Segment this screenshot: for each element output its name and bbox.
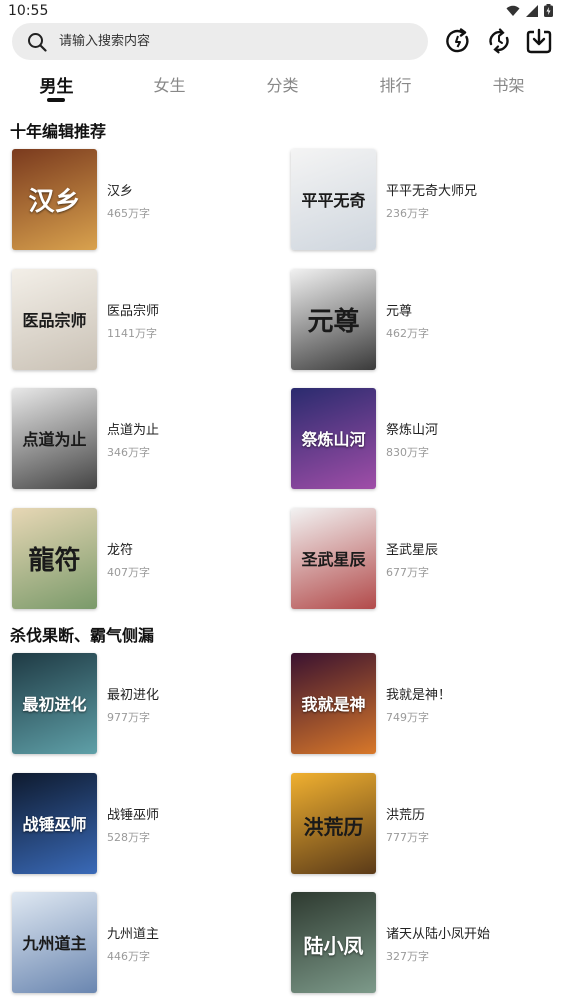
- tab-category[interactable]: 分类: [226, 72, 339, 96]
- book-cover[interactable]: 龍符: [12, 507, 97, 609]
- cover-title: 元尊: [307, 306, 360, 337]
- cover-title: 医品宗师: [22, 310, 87, 330]
- cover-title: 我就是神: [301, 695, 366, 714]
- book-cover[interactable]: 洪荒历: [291, 772, 376, 874]
- status-bar: 10:55: [0, 0, 565, 22]
- book-card[interactable]: 最初进化 最初进化 977万字: [12, 653, 272, 755]
- book-title[interactable]: 平平无奇大师兄: [386, 180, 477, 199]
- book-word-count: 465万字: [107, 207, 150, 220]
- book-cover[interactable]: 最初进化: [12, 653, 97, 754]
- book-card[interactable]: 平平无奇 平平无奇大师兄 236万字: [291, 149, 551, 251]
- battery-icon: [544, 4, 553, 17]
- tab-female[interactable]: 女生: [113, 72, 226, 96]
- cover-title: 圣武星辰: [301, 549, 366, 569]
- book-title[interactable]: 点道为止: [107, 419, 159, 438]
- download-button[interactable]: [524, 26, 554, 56]
- book-card[interactable]: 元尊 元尊 462万字: [291, 268, 551, 371]
- search-icon: [28, 32, 47, 52]
- book-word-count: 528万字: [107, 830, 150, 844]
- book-title[interactable]: 诸天从陆小凤开始: [386, 923, 490, 942]
- book-word-count: 236万字: [386, 207, 429, 220]
- book-card[interactable]: 汉乡 汉乡 465万字: [12, 149, 272, 251]
- search-row: [12, 22, 553, 62]
- cover-title: 龍符: [28, 545, 81, 576]
- book-word-count: 1141万字: [107, 326, 157, 340]
- tab-bookshelf[interactable]: 书架: [452, 72, 565, 96]
- book-cover[interactable]: 汉乡: [12, 149, 97, 250]
- book-title[interactable]: 圣武星辰: [386, 539, 438, 558]
- book-card[interactable]: 陆小凤 诸天从陆小凤开始 327万字: [291, 892, 551, 994]
- book-title[interactable]: 祭炼山河: [386, 419, 438, 438]
- cover-title: 九州道主: [22, 934, 87, 953]
- history-icon: [446, 28, 469, 53]
- section-title: 杀伐果断、霸气侧漏: [10, 626, 155, 645]
- status-time: 10:55: [8, 3, 49, 19]
- search-box[interactable]: [12, 23, 428, 60]
- book-title[interactable]: 龙符: [107, 539, 133, 558]
- book-word-count: 777万字: [386, 830, 429, 844]
- book-word-count: 346万字: [107, 446, 150, 459]
- book-cover[interactable]: 祭炼山河: [291, 388, 376, 489]
- status-icons: [506, 4, 553, 17]
- book-cover[interactable]: 平平无奇: [291, 149, 376, 250]
- book-cover[interactable]: 战锤巫师: [12, 772, 97, 874]
- cover-title: 汉乡: [28, 187, 81, 217]
- tab-male[interactable]: 男生: [0, 72, 113, 97]
- book-word-count: 977万字: [107, 711, 150, 724]
- cover-title: 洪荒历: [303, 814, 364, 839]
- cover-title: 祭炼山河: [301, 430, 366, 449]
- book-title[interactable]: 最初进化: [107, 684, 159, 703]
- book-title[interactable]: 元尊: [386, 300, 412, 319]
- cover-title: 陆小凤: [303, 934, 364, 958]
- signal-icon: [526, 4, 538, 17]
- history-button[interactable]: [443, 26, 473, 56]
- book-card[interactable]: 洪荒历 洪荒历 777万字: [291, 772, 551, 875]
- book-card[interactable]: 点道为止 点道为止 346万字: [12, 388, 272, 490]
- book-word-count: 749万字: [386, 711, 429, 724]
- book-word-count: 677万字: [386, 565, 429, 579]
- book-title[interactable]: 我就是神！: [386, 684, 451, 703]
- book-card[interactable]: 祭炼山河 祭炼山河 830万字: [291, 388, 551, 490]
- book-cover[interactable]: 医品宗师: [12, 268, 97, 370]
- book-cover[interactable]: 圣武星辰: [291, 507, 376, 609]
- book-title[interactable]: 医品宗师: [107, 300, 159, 319]
- book-card[interactable]: 医品宗师 医品宗师 1141万字: [12, 268, 272, 371]
- book-card[interactable]: 龍符 龙符 407万字: [12, 507, 272, 610]
- book-title[interactable]: 汉乡: [107, 180, 133, 199]
- search-input[interactable]: [57, 33, 401, 50]
- book-title[interactable]: 战锤巫师: [107, 804, 159, 823]
- tab-ranking[interactable]: 排行: [339, 72, 452, 96]
- book-cover[interactable]: 点道为止: [12, 388, 97, 489]
- cover-title: 最初进化: [22, 695, 87, 714]
- category-tabs: 男生 女生 分类 排行 书架: [0, 66, 565, 106]
- book-cover[interactable]: 我就是神: [291, 653, 376, 754]
- cover-title: 点道为止: [22, 430, 87, 449]
- book-word-count: 327万字: [386, 950, 429, 963]
- sync-button[interactable]: [484, 26, 514, 56]
- section-title: 十年编辑推荐: [10, 122, 107, 141]
- book-card[interactable]: 圣武星辰 圣武星辰 677万字: [291, 507, 551, 610]
- book-card[interactable]: 我就是神 我就是神！ 749万字: [291, 653, 551, 755]
- book-title[interactable]: 九州道主: [107, 923, 159, 942]
- book-word-count: 446万字: [107, 950, 150, 963]
- download-icon: [526, 28, 552, 54]
- book-word-count: 830万字: [386, 446, 429, 459]
- book-cover[interactable]: 陆小凤: [291, 892, 376, 993]
- book-word-count: 407万字: [107, 565, 150, 579]
- cover-title: 平平无奇: [301, 191, 366, 210]
- cover-title: 战锤巫师: [22, 814, 87, 834]
- book-cover[interactable]: 九州道主: [12, 892, 97, 993]
- wifi-icon: [506, 5, 520, 16]
- book-word-count: 462万字: [386, 326, 429, 340]
- book-card[interactable]: 战锤巫师 战锤巫师 528万字: [12, 772, 272, 875]
- sync-icon: [489, 28, 509, 54]
- book-title[interactable]: 洪荒历: [386, 804, 425, 823]
- book-cover[interactable]: 元尊: [291, 268, 376, 370]
- book-card[interactable]: 九州道主 九州道主 446万字: [12, 892, 272, 994]
- active-tab-indicator: [47, 98, 65, 102]
